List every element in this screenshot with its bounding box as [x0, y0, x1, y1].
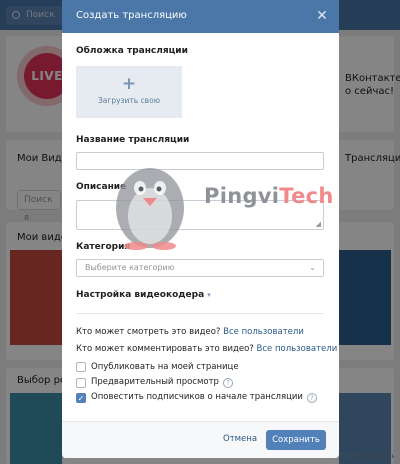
- comment-privacy-row: Кто может комментировать это видео? Все …: [76, 344, 337, 354]
- create-broadcast-modal: Создать трансляцию ✕ Обложка трансляции …: [62, 0, 339, 458]
- view-privacy-label: Кто может смотреть это видео?: [76, 327, 221, 337]
- upload-cover-button[interactable]: + Загрузить свою: [76, 66, 182, 118]
- preview-checkbox-row: Предварительный просмотр?: [91, 377, 233, 388]
- comment-privacy-link[interactable]: Все пользователи: [257, 344, 338, 354]
- notify-checkbox[interactable]: ✓: [76, 393, 86, 403]
- preview-checkbox-label[interactable]: Предварительный просмотр: [91, 377, 219, 387]
- category-select[interactable]: Выберите категорию ⌄: [76, 259, 324, 277]
- watermark-part-2: Tech: [279, 184, 334, 208]
- modal-footer: Отмена Сохранить: [62, 421, 339, 458]
- publish-checkbox[interactable]: [76, 362, 86, 372]
- close-icon[interactable]: ✕: [315, 9, 329, 23]
- cancel-button[interactable]: Отмена: [223, 434, 257, 444]
- plus-icon: +: [121, 74, 137, 94]
- comment-privacy-label: Кто может комментировать это видео?: [76, 344, 254, 354]
- name-label: Название трансляции: [76, 135, 190, 145]
- encoder-settings-label: Настройка видеокодера: [76, 290, 205, 300]
- modal-header: Создать трансляцию ✕: [62, 0, 339, 33]
- watermark-logo-text: PingviTech: [204, 184, 334, 208]
- penguin-watermark-icon: [116, 168, 184, 250]
- save-button[interactable]: Сохранить: [266, 430, 326, 450]
- divider: [76, 313, 324, 314]
- encoder-settings-toggle[interactable]: Настройка видеокодера ▾: [76, 290, 211, 300]
- publish-checkbox-label[interactable]: Опубликовать на моей странице: [91, 362, 239, 372]
- checkmark-icon: ✓: [77, 394, 85, 403]
- notify-checkbox-row: Оповестить подписчиков о начале трансляц…: [91, 392, 317, 403]
- notify-checkbox-label[interactable]: Оповестить подписчиков о начале трансляц…: [91, 392, 303, 402]
- view-privacy-row: Кто может смотреть это видео? Все пользо…: [76, 327, 304, 337]
- watermark-part-1: Pingvi: [204, 184, 280, 208]
- chevron-down-icon: ⌄: [309, 263, 316, 272]
- resize-handle-icon[interactable]: ◢: [316, 221, 321, 228]
- caret-down-icon: ▾: [207, 291, 211, 299]
- preview-checkbox[interactable]: [76, 378, 86, 388]
- cover-label: Обложка трансляции: [76, 46, 188, 56]
- view-privacy-link[interactable]: Все пользователи: [223, 327, 304, 337]
- category-placeholder: Выберите категорию: [85, 263, 175, 272]
- help-icon[interactable]: ?: [306, 393, 317, 403]
- upload-cover-label: Загрузить свою: [97, 96, 161, 105]
- modal-title: Создать трансляцию: [76, 10, 187, 21]
- help-icon[interactable]: ?: [222, 378, 233, 388]
